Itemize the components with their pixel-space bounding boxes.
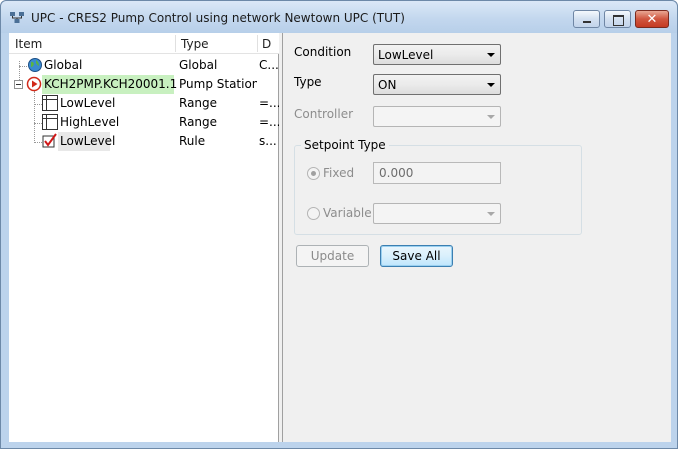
tree-row-lowlevel-range[interactable]: LowLevel Range =... [9, 94, 279, 113]
chevron-down-icon [487, 83, 495, 87]
chevron-down-icon [487, 53, 495, 57]
range-icon [42, 95, 58, 111]
tree-item-d: s... [259, 134, 277, 148]
close-icon: ✕ [646, 12, 658, 27]
tree-item-type: Global [179, 58, 218, 72]
window-title: UPC - CRES2 Pump Control using network N… [31, 11, 405, 25]
close-button[interactable]: ✕ [635, 10, 669, 28]
setpoint-type-title: Setpoint Type [301, 138, 389, 152]
rule-editor-panel: Condition LowLevel Type ON Controller Se… [284, 33, 671, 442]
app-icon [10, 12, 24, 23]
tree-row-pump-station[interactable]: KCH2PMP.KCH20001.1 Pump Station [9, 75, 279, 94]
rule-icon [42, 133, 57, 148]
fixed-radio[interactable] [307, 167, 320, 180]
chevron-down-icon [487, 115, 495, 119]
tree-item-type: Range [179, 96, 218, 110]
fixed-label: Fixed [323, 166, 355, 180]
tree-item-label: LowLevel [60, 134, 116, 148]
tree-row-highlevel-range[interactable]: HighLevel Range =... [9, 113, 279, 132]
tree-item-d: C... [259, 58, 279, 72]
maximize-button[interactable] [604, 10, 631, 28]
tree-item-label: KCH2PMP.KCH20001.1 [44, 77, 178, 91]
setpoint-type-group: Setpoint Type Fixed 0.000 Variable [294, 138, 582, 235]
type-value: ON [378, 78, 397, 92]
controller-label: Controller [294, 107, 354, 121]
tree-item-label: HighLevel [60, 115, 120, 129]
save-all-button[interactable]: Save All [380, 245, 453, 267]
column-separator[interactable] [257, 35, 258, 52]
maximize-icon [605, 11, 630, 27]
minimize-icon [574, 11, 599, 27]
range-icon [42, 114, 58, 130]
client-area: Item Type D Global Global C... KCH2PMP.K… [9, 33, 671, 442]
panel-splitter[interactable] [279, 33, 283, 442]
tree-item-d: =... [259, 96, 279, 110]
tree-row-global[interactable]: Global Global C... [9, 56, 279, 75]
fixed-value: 0.000 [379, 166, 414, 180]
title-bar[interactable]: UPC - CRES2 Pump Control using network N… [1, 1, 677, 33]
tree-row-lowlevel-rule[interactable]: LowLevel Rule s... [9, 132, 279, 151]
tree-header: Item Type D [9, 33, 279, 54]
chevron-down-icon [487, 212, 495, 216]
tree-item-label: Global [44, 58, 83, 72]
controller-dropdown[interactable] [373, 106, 501, 127]
variable-label: Variable [323, 206, 372, 220]
column-header-item[interactable]: Item [15, 37, 42, 51]
pump-station-icon [26, 76, 42, 92]
tree-item-label: LowLevel [60, 96, 116, 110]
collapse-icon[interactable] [14, 80, 23, 89]
item-tree-list[interactable]: Item Type D Global Global C... KCH2PMP.K… [9, 33, 279, 442]
column-header-type[interactable]: Type [181, 37, 209, 51]
app-window: UPC - CRES2 Pump Control using network N… [0, 0, 678, 449]
tree-item-type: Pump Station [179, 77, 257, 91]
variable-dropdown[interactable] [373, 203, 501, 224]
tree-item-type: Range [179, 115, 218, 129]
column-separator[interactable] [175, 35, 176, 52]
update-button[interactable]: Update [296, 245, 369, 267]
minimize-button[interactable] [573, 10, 600, 28]
condition-value: LowLevel [378, 48, 434, 62]
condition-dropdown[interactable]: LowLevel [373, 44, 501, 65]
tree-item-type: Rule [179, 134, 206, 148]
fixed-value-input[interactable]: 0.000 [373, 162, 501, 184]
type-dropdown[interactable]: ON [373, 74, 501, 95]
variable-radio[interactable] [307, 207, 320, 220]
type-label: Type [294, 75, 322, 89]
tree-item-d: =... [259, 115, 279, 129]
column-header-d[interactable]: D [262, 37, 271, 51]
globe-icon [28, 58, 42, 72]
condition-label: Condition [294, 45, 352, 59]
